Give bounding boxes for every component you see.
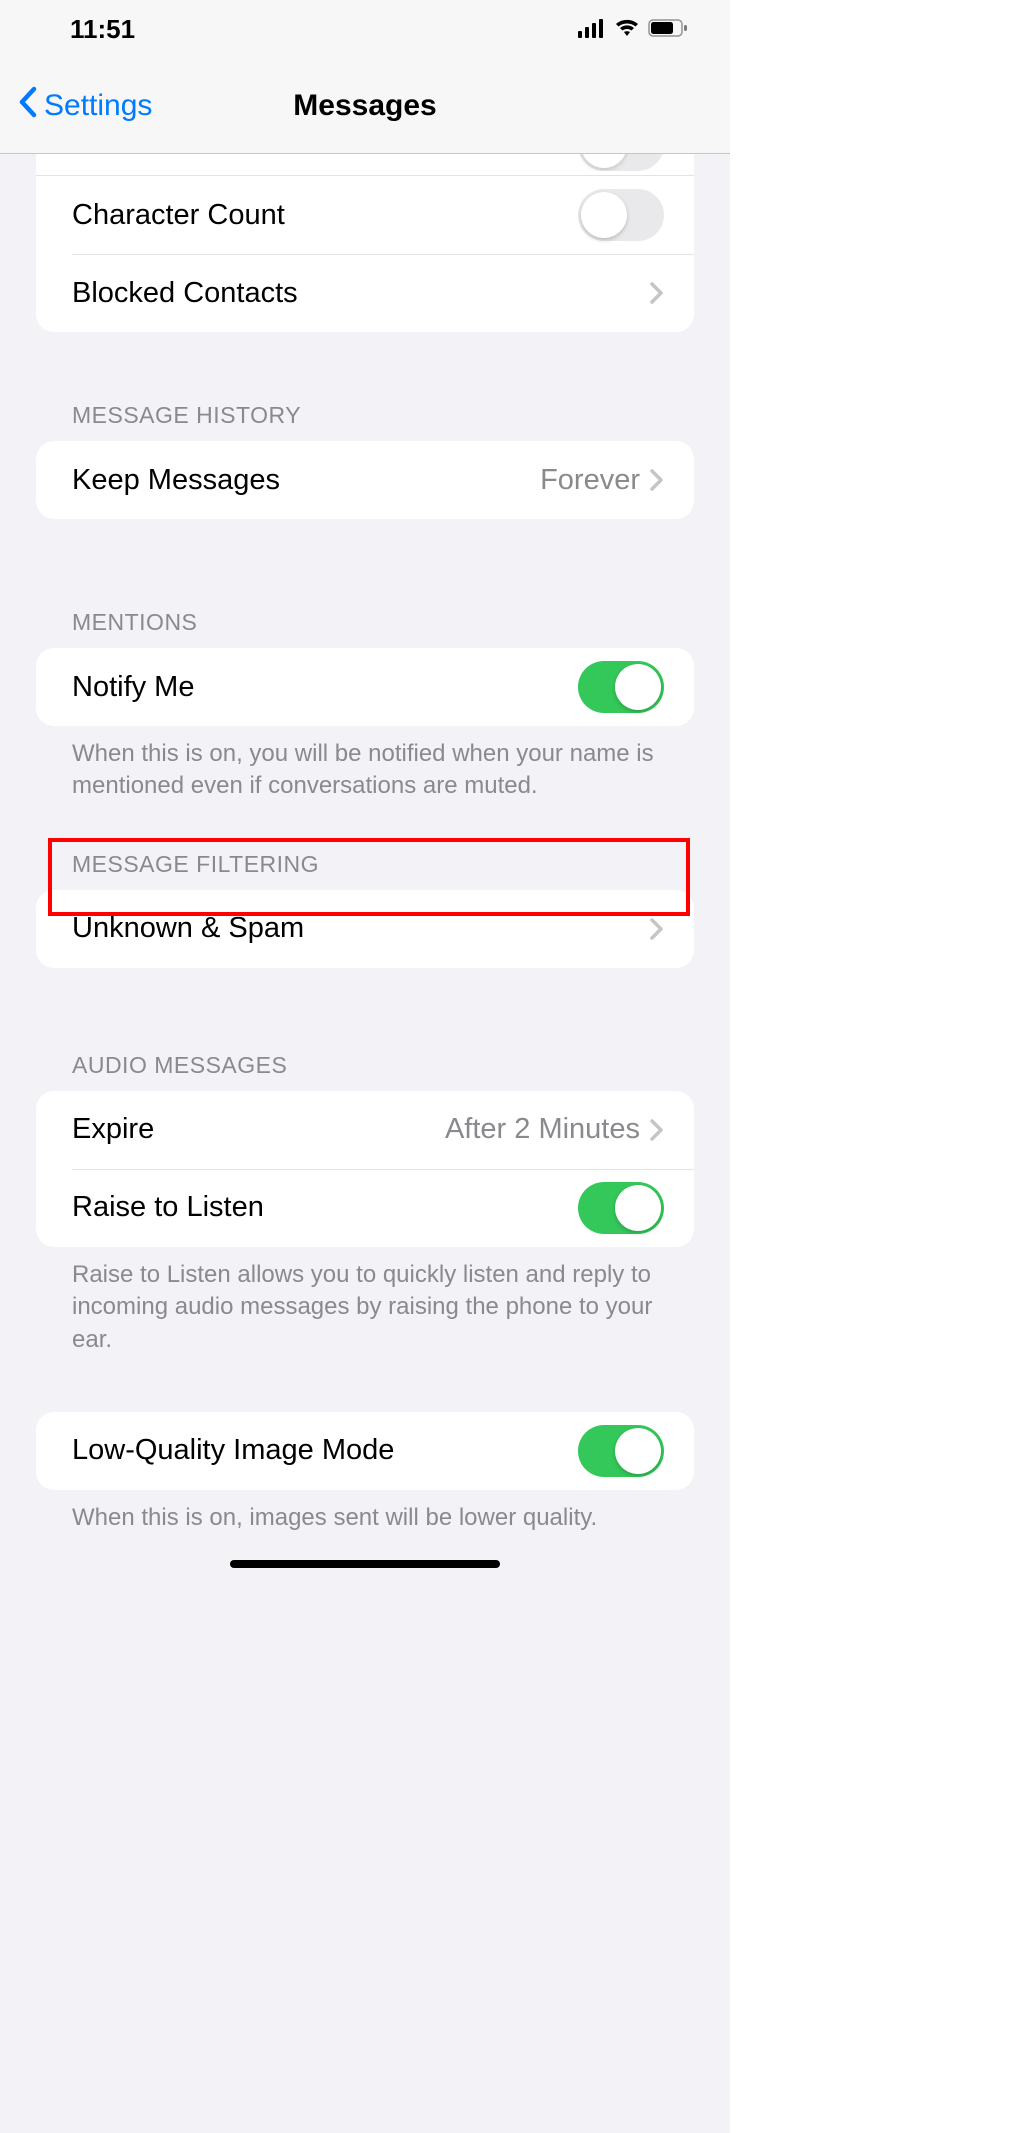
row-label: Notify Me [72, 671, 578, 704]
row-label: Keep Messages [72, 464, 540, 497]
group-history: Keep Messages Forever [36, 441, 694, 519]
nav-bar: Settings Messages [0, 58, 730, 154]
wifi-icon [614, 14, 640, 45]
row-label: Low-Quality Image Mode [72, 1434, 578, 1467]
toggle-low-quality[interactable] [578, 1425, 664, 1477]
header-filtering: MESSAGE FILTERING [0, 851, 730, 890]
row-expire[interactable]: Expire After 2 Minutes [36, 1091, 694, 1169]
settings-content[interactable]: Character Count Blocked Contacts MESSAGE… [0, 154, 730, 1580]
row-label: Expire [72, 1113, 445, 1146]
row-low-quality-image[interactable]: Low-Quality Image Mode [36, 1412, 694, 1490]
row-unknown-spam[interactable]: Unknown & Spam [36, 890, 694, 968]
partial-row [36, 154, 694, 176]
row-character-count[interactable]: Character Count [36, 176, 694, 254]
partial-toggle-off [578, 154, 664, 171]
chevron-right-icon [650, 1118, 664, 1142]
row-blocked-contacts[interactable]: Blocked Contacts [36, 254, 694, 332]
group-filtering: Unknown & Spam [36, 890, 694, 968]
footer-low-quality: When this is on, images sent will be low… [0, 1490, 730, 1534]
status-time: 11:51 [70, 14, 135, 45]
row-keep-messages[interactable]: Keep Messages Forever [36, 441, 694, 519]
group-audio: Expire After 2 Minutes Raise to Listen [36, 1091, 694, 1247]
row-raise-to-listen[interactable]: Raise to Listen [36, 1169, 694, 1247]
row-label: Character Count [72, 199, 578, 232]
footer-mentions: When this is on, you will be notified wh… [0, 726, 730, 803]
header-message-history: MESSAGE HISTORY [0, 402, 730, 441]
row-label: Raise to Listen [72, 1191, 578, 1224]
footer-raise: Raise to Listen allows you to quickly li… [0, 1247, 730, 1356]
toggle-notify-me[interactable] [578, 661, 664, 713]
header-mentions: MENTIONS [0, 609, 730, 648]
back-button[interactable]: Settings [0, 86, 152, 126]
group-mentions: Notify Me [36, 648, 694, 726]
back-label: Settings [44, 89, 152, 123]
status-bar: 11:51 [0, 0, 730, 58]
header-audio: AUDIO MESSAGES [0, 1052, 730, 1091]
toggle-raise-to-listen[interactable] [578, 1182, 664, 1234]
group-low-quality: Low-Quality Image Mode [36, 1412, 694, 1490]
status-icons [578, 14, 688, 45]
toggle-character-count[interactable] [578, 189, 664, 241]
row-value: After 2 Minutes [445, 1113, 640, 1146]
battery-icon [648, 14, 688, 45]
group-sms: Character Count Blocked Contacts [36, 154, 694, 332]
row-notify-me[interactable]: Notify Me [36, 648, 694, 726]
chevron-left-icon [18, 86, 38, 126]
phone-screen: 11:51 Settings Messages [0, 0, 730, 1580]
row-value: Forever [540, 464, 640, 497]
blank-region [730, 0, 1034, 2133]
row-label: Unknown & Spam [72, 912, 650, 945]
home-indicator[interactable] [230, 1560, 500, 1568]
chevron-right-icon [650, 917, 664, 941]
chevron-right-icon [650, 281, 664, 305]
cellular-icon [578, 14, 606, 45]
row-label: Blocked Contacts [72, 277, 650, 310]
chevron-right-icon [650, 468, 664, 492]
